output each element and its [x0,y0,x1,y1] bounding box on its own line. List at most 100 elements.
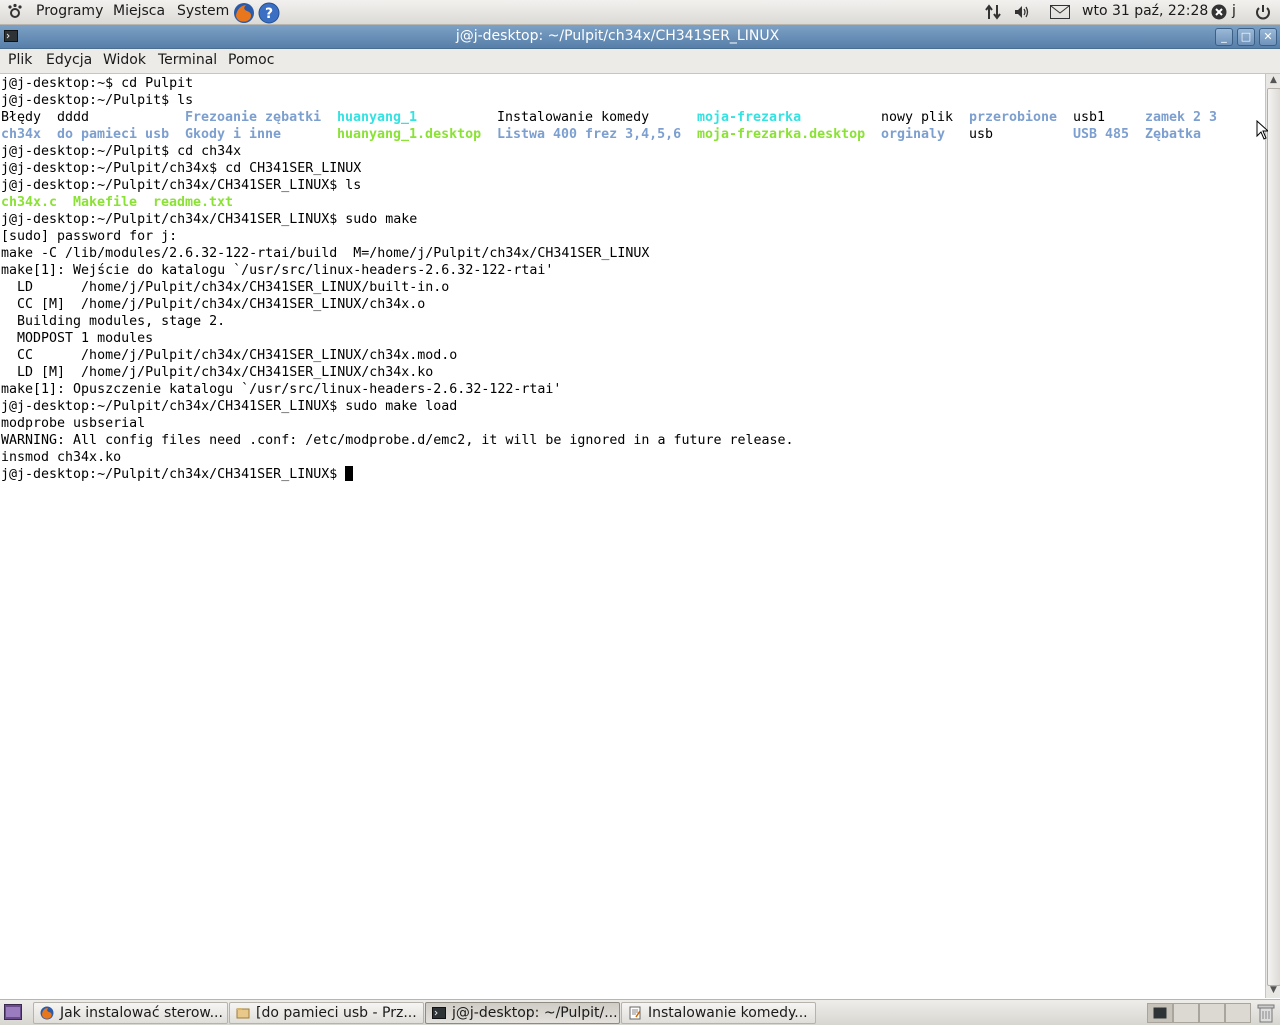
menu-programy[interactable]: Programy [36,3,103,19]
text-editor-icon [629,1006,641,1020]
taskbar-button[interactable]: [do pamieci usb - Prz... [229,1002,424,1024]
scroll-up-icon[interactable]: ▲ [1267,74,1280,87]
terminal-line-text: WARNING: All config files need .conf: /e… [1,433,794,448]
mouse-pointer-icon [1256,120,1268,140]
terminal-line-text: make -C /lib/modules/2.6.32-122-rtai/bui… [1,246,650,261]
taskbar-button-label: Jak instalować sterow... [60,1005,223,1021]
terminal-icon [1153,1007,1167,1019]
directory-entry: moja-frezarka [697,110,802,125]
bottom-panel: Jak instalować sterow... [do pamieci usb … [0,999,1280,1025]
gnome-foot-icon[interactable] [6,3,24,21]
taskbar-button-label: j@j-desktop: ~/Pulpit/... [452,1005,618,1021]
terminal-line-text: j@j-desktop:~/Pulpit$ ls [1,93,194,108]
volume-icon[interactable] [1013,3,1031,21]
trash-icon[interactable] [1257,1003,1275,1023]
maximize-button[interactable]: □ [1237,28,1255,46]
directory-entry: orginaly [881,127,946,142]
menu-pomoc[interactable]: Pomoc [228,52,274,68]
terminal-line-text: Building modules, stage 2. [1,314,226,329]
terminal-line-text: j@j-desktop:~$ cd Pulpit [1,76,194,91]
terminal-line: LD /home/j/Pulpit/ch34x/CH341SER_LINUX/b… [1,279,449,296]
directory-entry: przerobione [969,110,1058,125]
terminal-line-text: j@j-desktop:~/Pulpit$ cd ch34x [1,144,242,159]
terminal-line: j@j-desktop:~/Pulpit/ch34x/CH341SER_LINU… [1,211,417,228]
menu-plik[interactable]: Plik [8,52,32,68]
firefox-icon[interactable] [233,2,255,24]
terminal-line-text: [sudo] password for j: [1,229,178,244]
directory-entry: Listwa 400 frez 3,4,5,6 [497,127,682,142]
menu-widok[interactable]: Widok [103,52,146,68]
directory-entry: Zębatka [1145,127,1202,142]
terminal-line: j@j-desktop:~/Pulpit/ch34x/CH341SER_LINU… [1,466,354,483]
minimize-button[interactable]: _ [1215,28,1233,46]
workspace-switcher-cell[interactable] [1147,1003,1173,1023]
menubar: Plik Edycja Widok Terminal Pomoc [0,49,1280,74]
show-desktop-icon[interactable] [4,1004,22,1020]
user-name[interactable]: j [1232,3,1236,19]
file-entry: nowy plik [881,110,954,125]
terminal-line: [sudo] password for j: [1,228,177,245]
workspace-switcher-cell[interactable] [1199,1003,1225,1023]
terminal-line-text: j@j-desktop:~/Pulpit/ch34x$ cd CH341SER_… [1,161,362,176]
workspace-switcher-cell[interactable] [1173,1003,1199,1023]
close-button[interactable]: ✕ [1259,28,1277,46]
taskbar-button[interactable]: j@j-desktop: ~/Pulpit/... [425,1002,620,1024]
terminal-line: j@j-desktop:~/Pulpit$ ls [1,92,193,109]
executable-entry: moja-frezarka.desktop [697,127,866,142]
window-title: j@j-desktop: ~/Pulpit/ch34x/CH341SER_LIN… [455,28,780,44]
terminal-line-text: CC [M] /home/j/Pulpit/ch34x/CH341SER_LIN… [1,297,426,312]
top-panel: Programy Miejsca System ? wto 31 paź, 22… [0,0,1280,25]
terminal-line: j@j-desktop:~/Pulpit/ch34x/CH341SER_LINU… [1,177,361,194]
file-entry: usb [969,127,994,142]
terminal-line-text: insmod ch34x.ko [1,450,122,465]
terminal-line: j@j-desktop:~$ cd Pulpit [1,75,193,92]
terminal-line: make -C /lib/modules/2.6.32-122-rtai/bui… [1,245,649,262]
terminal-line: j@j-desktop:~/Pulpit/ch34x/CH341SER_LINU… [1,398,457,415]
terminal-cursor [345,466,354,481]
terminal-line-text: j@j-desktop:~/Pulpit/ch34x/CH341SER_LINU… [1,467,346,482]
terminal-line: j@j-desktop:~/Pulpit$ cd ch34x [1,143,241,160]
directory-entry: do pamieci usb [57,127,170,142]
power-icon[interactable] [1254,3,1272,21]
file-entry: Instalowanie komedy [497,110,650,125]
terminal-line: WARNING: All config files need .conf: /e… [1,432,794,449]
directory-entry: Frezoanie zębatki [185,110,322,125]
file-entry: dddd [57,110,90,125]
terminal-icon [432,1007,446,1019]
menu-system[interactable]: System [177,3,229,19]
terminal-line: CC [M] /home/j/Pulpit/ch34x/CH341SER_LIN… [1,296,425,313]
terminal-line-text: CC /home/j/Pulpit/ch34x/CH341SER_LINUX/c… [1,348,458,363]
terminal-line: MODPOST 1 modules [1,330,153,347]
executable-entry: ch34x.c [1,195,58,210]
workspace-switcher-cell[interactable] [1225,1003,1251,1023]
scroll-down-icon[interactable]: ▼ [1267,984,1280,997]
mail-icon[interactable] [1050,5,1070,19]
window-titlebar[interactable]: j@j-desktop: ~/Pulpit/ch34x/CH341SER_LIN… [0,25,1280,49]
terminal-line-text: j@j-desktop:~/Pulpit/ch34x/CH341SER_LINU… [1,399,458,414]
terminal-line: insmod ch34x.ko [1,449,121,466]
terminal-line: make[1]: Opuszczenie katalogu `/usr/src/… [1,381,561,398]
user-status-icon[interactable] [1211,4,1227,20]
taskbar-button-label: [do pamieci usb - Prz... [256,1005,417,1021]
help-icon[interactable]: ? [258,2,280,24]
taskbar-button[interactable]: Instalowanie komedy... [621,1002,816,1024]
terminal-line-text: LD /home/j/Pulpit/ch34x/CH341SER_LINUX/b… [1,280,450,295]
terminal-line-text: make[1]: Wejście do katalogu `/usr/src/l… [1,263,554,278]
directory-entry: ch34x [1,127,42,142]
taskbar-button-label: Instalowanie komedy... [648,1005,808,1021]
menu-terminal[interactable]: Terminal [158,52,217,68]
terminal-line-text: MODPOST 1 modules [1,331,154,346]
network-icon[interactable] [984,3,1002,21]
svg-text:?: ? [265,6,273,22]
file-entry: usb1 [1073,110,1106,125]
vertical-scrollbar[interactable]: ▲ ▼ [1265,74,1280,998]
taskbar-button[interactable]: Jak instalować sterow... [33,1002,228,1024]
menu-miejsca[interactable]: Miejsca [113,3,165,19]
terminal-line-text: modprobe usbserial [1,416,146,431]
scrollbar-thumb[interactable] [1267,88,1280,986]
directory-entry: zamek 2 3 [1145,110,1218,125]
clock[interactable]: wto 31 paź, 22:28 [1082,3,1208,19]
menu-edycja[interactable]: Edycja [46,52,92,68]
terminal-output[interactable]: j@j-desktop:~$ cd Pulpit j@j-desktop:~/Pu… [0,74,1265,998]
terminal-line-text: LD [M] /home/j/Pulpit/ch34x/CH341SER_LIN… [1,365,434,380]
